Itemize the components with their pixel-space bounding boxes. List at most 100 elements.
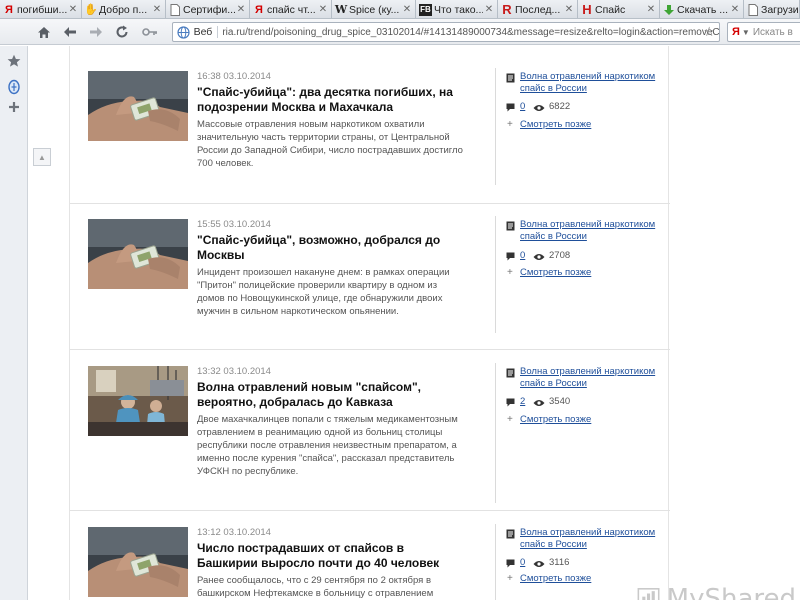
close-icon[interactable]: ✕: [317, 4, 329, 15]
reload-icon[interactable]: [112, 22, 132, 42]
trend-link[interactable]: Волна отравлений наркотиком спайс в Росс…: [520, 527, 666, 551]
watch-later[interactable]: + Смотреть позже: [506, 414, 666, 428]
article-title[interactable]: "Спайс-убийца": два десятка погибших, на…: [197, 85, 465, 115]
chevron-down-icon[interactable]: ▼: [742, 28, 750, 37]
article-title[interactable]: Число пострадавших от спайсов в Башкирии…: [197, 541, 465, 571]
article-timestamp: 16:38 03.10.2014: [197, 71, 271, 82]
yandex-icon: Я: [5, 3, 13, 16]
tab-1[interactable]: ✋ Добро п... ✕: [82, 0, 166, 18]
tab-4[interactable]: W Spice (ку... ✕: [332, 0, 416, 18]
tab-7[interactable]: H Спайс ✕: [578, 0, 660, 18]
article-list: 16:38 03.10.2014 "Спайс-убийца": два дес…: [69, 46, 670, 600]
tab-8[interactable]: Скачать ... ✕: [660, 0, 744, 18]
star-icon[interactable]: [4, 52, 24, 70]
close-icon[interactable]: ✕: [401, 4, 413, 15]
article-thumbnail[interactable]: [88, 71, 188, 141]
watch-later-link[interactable]: Смотреть позже: [520, 267, 591, 278]
comment-count[interactable]: 2: [520, 396, 525, 407]
view-count: 2708: [549, 250, 571, 261]
view-count: 6822: [549, 101, 571, 112]
home-icon[interactable]: [34, 22, 54, 42]
list-item: 13:12 03.10.2014 Число пострадавших от с…: [70, 524, 670, 600]
watermark-text: MyShared: [666, 584, 796, 600]
watch-later-link[interactable]: Смотреть позже: [520, 119, 591, 130]
comment-icon: [506, 559, 515, 568]
r-icon: R: [502, 1, 512, 17]
scroll-up-button[interactable]: ▲: [33, 148, 51, 166]
comment-count[interactable]: 0: [520, 250, 525, 261]
view-count: 3540: [549, 396, 571, 407]
article-timestamp: 15:55 03.10.2014: [197, 219, 271, 230]
watermark: MyShared: [636, 574, 796, 600]
sidebar-app-icon[interactable]: [4, 78, 24, 96]
eye-icon: [533, 254, 545, 260]
back-arrow-icon[interactable]: [60, 22, 80, 42]
key-icon[interactable]: [140, 22, 160, 42]
page-icon: [169, 3, 181, 16]
address-bar[interactable]: Веб ria.ru/trend/poisoning_drug_spice_03…: [172, 22, 720, 42]
tab-0[interactable]: Я погибши... ✕: [0, 0, 82, 18]
article-timestamp: 13:12 03.10.2014: [197, 527, 271, 538]
list-item: 16:38 03.10.2014 "Спайс-убийца": два дес…: [70, 68, 670, 189]
plus-icon: +: [507, 573, 513, 584]
tab-3[interactable]: Я спайс чт... ✕: [250, 0, 332, 18]
page-icon: [747, 3, 759, 16]
tab-5[interactable]: FB Что тако... ✕: [416, 0, 498, 18]
tab-title: погибши...: [17, 3, 67, 16]
comment-count[interactable]: 0: [520, 101, 525, 112]
tab-9[interactable]: Загрузи...: [744, 0, 800, 18]
tab-title: Что тако...: [434, 3, 483, 16]
article-stats: 0 6822: [506, 101, 666, 115]
tab-strip: Я погибши... ✕ ✋ Добро п... ✕ Сертифи...…: [0, 0, 800, 19]
watch-later-link[interactable]: Смотреть позже: [520, 414, 591, 425]
forward-arrow-icon[interactable]: [86, 22, 106, 42]
bookmark-star-icon[interactable]: ☆: [703, 24, 715, 40]
close-icon[interactable]: ✕: [151, 4, 163, 15]
close-icon[interactable]: ✕: [483, 4, 495, 15]
article-thumbnail[interactable]: [88, 527, 188, 597]
close-icon[interactable]: ✕: [235, 4, 247, 15]
add-icon[interactable]: [4, 98, 24, 116]
article-thumbnail[interactable]: [88, 219, 188, 289]
trend-link[interactable]: Волна отравлений наркотиком спайс в Росс…: [520, 219, 666, 243]
document-icon: [506, 73, 515, 83]
trend-link[interactable]: Волна отравлений наркотиком спайс в Росс…: [520, 366, 666, 390]
watch-later[interactable]: + Смотреть позже: [506, 267, 666, 281]
tab-title: Spice (ку...: [349, 3, 400, 16]
article-stats: 0 3116: [506, 557, 666, 571]
article-timestamp: 13:32 03.10.2014: [197, 366, 271, 377]
article-summary: Инцидент произошел накануне днем: в рамк…: [197, 267, 450, 317]
tab-6[interactable]: R Послед... ✕: [498, 0, 578, 18]
yandex-search-box[interactable]: Я ▼ Искать в: [727, 22, 800, 42]
document-icon: [506, 368, 515, 378]
article-stats: 0 2708: [506, 250, 666, 264]
watch-later[interactable]: + Смотреть позже: [506, 119, 666, 133]
comment-count[interactable]: 0: [520, 557, 525, 568]
tab-title: Добро п...: [99, 3, 148, 16]
yandex-icon: Я: [732, 26, 740, 38]
search-scope-label[interactable]: Веб: [194, 26, 219, 38]
browser-sidebar: [0, 46, 28, 600]
plus-icon: +: [507, 414, 513, 425]
article-summary: Массовые отравления новым наркотиком охв…: [197, 119, 463, 169]
tab-title: Спайс: [595, 3, 626, 16]
article-thumbnail[interactable]: [88, 366, 188, 436]
tab-title: Сертифи...: [183, 3, 235, 16]
column-divider: [495, 68, 496, 185]
close-icon[interactable]: ✕: [67, 4, 79, 15]
article-title[interactable]: Волна отравлений новым "спайсом", вероят…: [197, 380, 465, 410]
wikipedia-icon: W: [334, 2, 348, 16]
close-icon[interactable]: ✕: [729, 4, 741, 15]
url-text[interactable]: ria.ru/trend/poisoning_drug_spice_031020…: [222, 27, 719, 38]
close-icon[interactable]: ✕: [645, 4, 657, 15]
globe-icon: [176, 25, 192, 39]
download-icon: [663, 4, 675, 16]
column-divider: [495, 363, 496, 503]
eye-icon: [533, 561, 545, 567]
tab-2[interactable]: Сертифи... ✕: [166, 0, 250, 18]
trend-link[interactable]: Волна отравлений наркотиком спайс в Росс…: [520, 71, 666, 95]
article-title[interactable]: "Спайс-убийца", возможно, добрался до Мо…: [197, 233, 465, 263]
tab-title: Скачать ...: [677, 3, 729, 16]
close-icon[interactable]: ✕: [563, 4, 575, 15]
watch-later-link[interactable]: Смотреть позже: [520, 573, 591, 584]
